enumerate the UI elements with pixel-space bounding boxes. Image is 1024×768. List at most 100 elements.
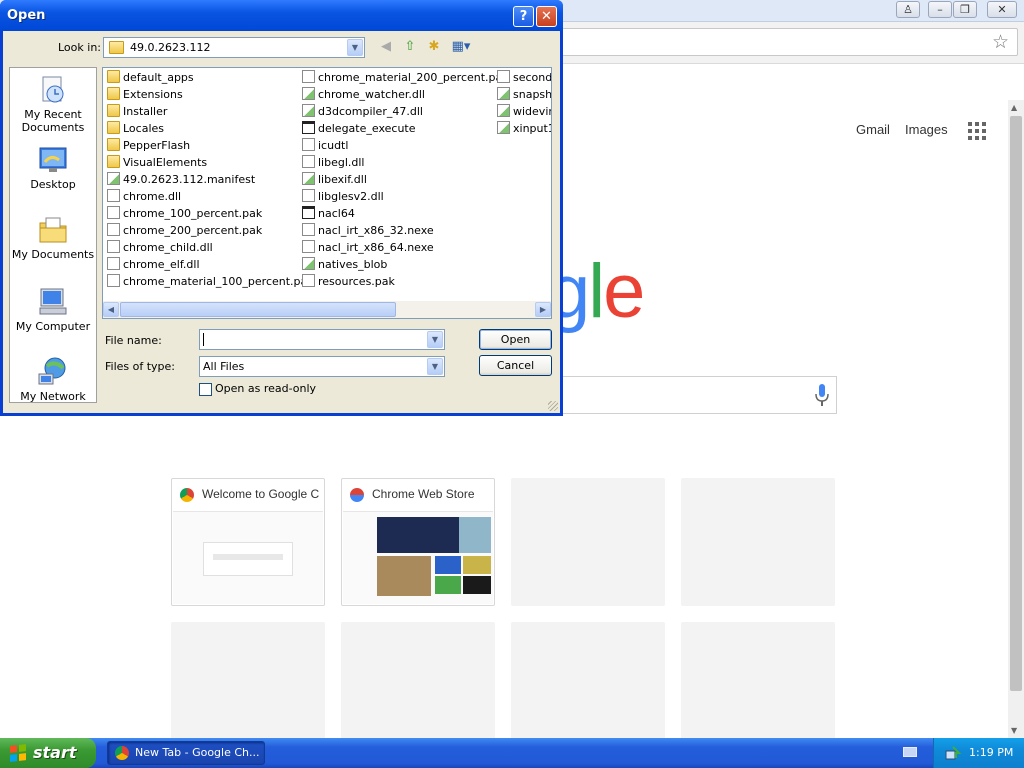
file-list-item[interactable]: chrome_100_percent.pak (107, 205, 262, 222)
look-in-dropdown[interactable]: 49.0.2623.112 ▼ (103, 37, 365, 58)
file-list-item[interactable]: Installer (107, 103, 167, 120)
file-list-item[interactable]: nacl64 (302, 205, 355, 222)
scroll-thumb[interactable] (120, 302, 396, 317)
file-list-item[interactable]: resources.pak (302, 273, 395, 290)
file-list-item[interactable]: chrome_watcher.dll (302, 86, 425, 103)
file-name: chrome_watcher.dll (318, 88, 425, 101)
chrome-icon (115, 746, 129, 760)
empty-tile (511, 478, 665, 606)
file-list-item[interactable]: seconda (497, 69, 552, 86)
file-list-item[interactable]: chrome_200_percent.pak (107, 222, 262, 239)
scroll-thumb[interactable] (1010, 116, 1022, 691)
file-list-item[interactable]: chrome.dll (107, 188, 181, 205)
close-button[interactable]: ✕ (536, 6, 557, 27)
file-list-item[interactable]: delegate_execute (302, 120, 416, 137)
file-list-item[interactable]: icudtl (302, 137, 348, 154)
chevron-down-icon[interactable]: ▼ (427, 331, 443, 348)
file-list-item[interactable]: default_apps (107, 69, 194, 86)
file-icon (302, 155, 315, 168)
cancel-button[interactable]: Cancel (479, 355, 552, 376)
scroll-right-icon[interactable]: ▶ (535, 302, 551, 317)
place-my-network[interactable]: My Network (10, 356, 96, 403)
taskbar-item-chrome[interactable]: New Tab - Google Ch... (107, 741, 265, 765)
my-computer-icon (39, 288, 67, 315)
file-name: Installer (123, 105, 168, 118)
scroll-up-icon[interactable]: ▲ (1011, 103, 1017, 112)
page-scrollbar[interactable]: ▲ ▼ (1008, 100, 1024, 738)
minimize-button[interactable]: – (928, 1, 952, 18)
help-button[interactable]: ? (513, 6, 534, 27)
keyboard-icon[interactable] (903, 747, 917, 757)
dialog-titlebar[interactable]: Open ? ✕ (0, 0, 563, 31)
chevron-down-icon[interactable]: ▼ (427, 358, 443, 375)
folder-icon (109, 41, 124, 54)
file-list-item[interactable]: libglesv2.dll (302, 188, 384, 205)
most-visited-tile[interactable]: Chrome Web Store (341, 478, 495, 606)
file-list-item[interactable]: widevine (497, 103, 551, 120)
file-icon (107, 240, 120, 253)
most-visited-tile[interactable]: Welcome to Google C (171, 478, 325, 606)
file-list-item[interactable]: chrome_elf.dll (107, 256, 200, 273)
view-menu-button[interactable]: ▦▾ (447, 37, 475, 57)
up-folder-button[interactable]: ⇧ (399, 37, 421, 57)
restore-button[interactable]: ❐ (953, 1, 977, 18)
file-list-item[interactable]: snapsho (497, 86, 551, 103)
chevron-down-icon[interactable]: ▼ (347, 39, 363, 56)
window-close-button[interactable]: ✕ (987, 1, 1017, 18)
file-list-item[interactable]: libegl.dll (302, 154, 365, 171)
place-my-documents[interactable]: My Documents (10, 214, 96, 261)
scroll-left-icon[interactable]: ◀ (103, 302, 119, 317)
file-list-item[interactable]: chrome_material_200_percent.pak (302, 69, 509, 86)
apps-grid-icon[interactable] (968, 122, 986, 140)
place-my-computer[interactable]: My Computer (10, 286, 96, 333)
address-bar[interactable]: ☆ (548, 28, 1018, 56)
file-list-item[interactable]: d3dcompiler_47.dll (302, 103, 423, 120)
microphone-icon[interactable] (815, 384, 829, 408)
file-list-item[interactable]: natives_blob (302, 256, 387, 273)
file-list-item[interactable]: Locales (107, 120, 164, 137)
file-name: default_apps (123, 71, 194, 84)
file-list[interactable]: default_apps Extensions Installer Locales Pe… (102, 67, 552, 319)
file-list-item[interactable]: 49.0.2623.112.manifest (107, 171, 255, 188)
file-list-item[interactable]: Extensions (107, 86, 183, 103)
file-list-item[interactable]: chrome_material_100_percent.pak (107, 273, 314, 290)
files-of-type-dropdown[interactable]: All Files ▼ (199, 356, 445, 377)
file-list-item[interactable]: VisualElements (107, 154, 207, 171)
read-only-checkbox[interactable] (199, 383, 212, 396)
file-icon (497, 70, 510, 83)
file-list-scrollbar[interactable]: ◀ ▶ (103, 301, 551, 318)
file-icon (302, 121, 315, 134)
file-name-field[interactable]: ▼ (199, 329, 445, 350)
place-label: Desktop (30, 178, 76, 191)
back-button[interactable]: ◀ (375, 37, 397, 57)
gmail-link[interactable]: Gmail (856, 122, 890, 137)
file-list-item[interactable]: xinput1_ (497, 120, 551, 137)
file-list-item[interactable]: PepperFlash (107, 137, 190, 154)
empty-tile (171, 622, 325, 750)
clock: 1:19 PM (969, 746, 1014, 759)
folder-icon (107, 155, 120, 168)
file-icon (302, 87, 315, 100)
desktop-icon (39, 147, 67, 172)
file-name: seconda (513, 71, 552, 84)
resize-grip-icon[interactable] (548, 401, 558, 411)
file-list-item[interactable]: chrome_child.dll (107, 239, 213, 256)
open-button[interactable]: Open (479, 329, 552, 350)
new-folder-button[interactable]: ✱ (423, 37, 445, 57)
file-list-item[interactable]: nacl_irt_x86_32.nexe (302, 222, 434, 239)
file-icon (302, 138, 315, 151)
logo-letter-e: e (603, 249, 645, 334)
file-name: chrome_material_200_percent.pak (318, 71, 509, 84)
place-desktop[interactable]: Desktop (10, 144, 96, 191)
places-bar: My Recent Documents Desktop My Documents… (9, 67, 97, 403)
start-button[interactable]: start (0, 738, 96, 768)
scroll-down-icon[interactable]: ▼ (1011, 726, 1017, 735)
bookmark-star-icon[interactable]: ☆ (992, 31, 1009, 53)
file-list-item[interactable]: libexif.dll (302, 171, 367, 188)
search-box[interactable] (540, 376, 837, 414)
place-recent-documents[interactable]: My Recent Documents (10, 74, 96, 134)
images-link[interactable]: Images (905, 122, 948, 137)
user-profile-button[interactable]: ♙ (896, 1, 920, 18)
file-list-item[interactable]: nacl_irt_x86_64.nexe (302, 239, 434, 256)
network-tray-icon[interactable] (945, 745, 961, 761)
